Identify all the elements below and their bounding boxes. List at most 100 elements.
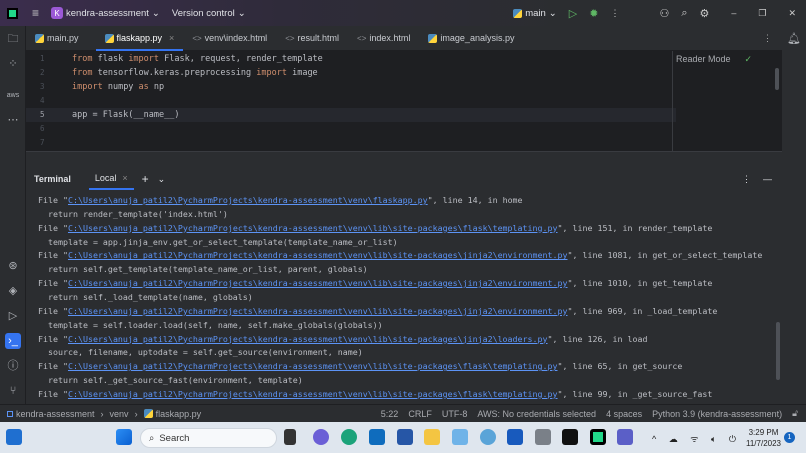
chevron-down-icon[interactable]: ⌄ [158,174,166,185]
pycharm-logo-icon[interactable] [7,7,18,19]
reader-mode-toggle[interactable]: Reader Mode ✓ [676,54,752,65]
store-icon[interactable] [397,429,413,445]
python-interpreter[interactable]: Python 3.9 (kendra-assessment) [652,409,782,419]
pycharm-taskbar-icon[interactable] [590,429,606,445]
problems-icon[interactable]: ⓘ [5,358,21,374]
code-line[interactable]: 3 import numpy as np [26,80,676,94]
teams-icon[interactable] [617,429,633,445]
tab-image-analysis-py[interactable]: image_analysis.py [419,26,523,51]
search-icon[interactable]: ⌕ [681,7,687,20]
file-encoding[interactable]: UTF-8 [442,409,468,419]
structure-icon[interactable]: ⁘ [5,56,21,72]
run-config-selector[interactable]: main ⌄ [513,8,557,19]
tab-result-html[interactable]: <> result.html [276,26,348,51]
caret-position[interactable]: 5:22 [381,409,399,419]
run-icon[interactable]: ▷ [569,7,577,20]
reader-mode-label: Reader Mode [676,54,731,64]
more-icon[interactable]: ⋮ [610,8,619,19]
tab-venv-index-html[interactable]: <> venv\index.html [183,26,276,51]
lock-icon[interactable]: 🔓︎ [792,408,798,419]
file-path-link[interactable]: C:\Users\anuja_patil2\PycharmProjects\ke… [68,278,568,288]
options-icon[interactable]: ⋮ [742,174,751,185]
terminal-output[interactable]: File "C:\Users\anuja_patil2\PycharmProje… [26,190,782,404]
line-number: 3 [40,82,45,91]
code-line[interactable]: 1 from flask import Flask, request, rende… [26,52,676,66]
version-control-menu[interactable]: Version control ⌄ [172,8,246,19]
code-line[interactable]: 4 [26,94,676,108]
project-selector[interactable]: K kendra-assessment ⌄ [51,7,160,19]
restore-icon[interactable]: ❐ [758,8,766,19]
code-line[interactable]: 6 [26,122,676,136]
file-path-link[interactable]: C:\Users\anuja_patil2\PycharmProjects\ke… [68,306,568,316]
teams-chat-icon[interactable] [313,429,329,445]
breadcrumb-project[interactable]: kendra-assessment [16,409,95,419]
clock[interactable]: 3:29 PM 11/7/2023 [746,427,781,449]
editor-scrollbar[interactable] [775,68,779,90]
file-path-link[interactable]: C:\Users\anuja_patil2\PycharmProjects\ke… [68,334,548,344]
main-menu-icon[interactable]: ≡ [32,6,39,20]
aws-status[interactable]: AWS: No credentials selected [477,409,596,419]
edge-icon[interactable] [341,429,357,445]
taskbar-search[interactable]: ⌕ Search [140,428,277,448]
start-icon[interactable] [116,429,132,445]
close-icon[interactable]: ✕ [788,8,796,19]
code-line[interactable]: 5 app = Flask(__name__) [26,108,676,122]
new-tab-icon[interactable]: + [142,172,149,186]
breadcrumb-venv[interactable]: venv [110,409,129,419]
settings-icon[interactable]: ⚙ [699,7,709,20]
tab-index-html[interactable]: <> index.html [348,26,419,51]
notification-badge[interactable]: 1 [784,432,795,443]
aws-icon[interactable]: aws [5,88,21,104]
trace-suffix: ", line 14, in home [427,195,523,205]
minimize-icon[interactable]: – [731,8,736,18]
widgets-icon[interactable] [6,429,22,445]
python-console-icon[interactable]: ⊛ [5,258,21,274]
git-icon[interactable]: ⑂ [5,383,21,399]
more-tools-icon[interactable]: ⋯ [5,112,21,128]
file-path-link[interactable]: C:\Users\anuja_patil2\PycharmProjects\ke… [68,389,558,399]
cmd-icon[interactable] [562,429,578,445]
panel-divider[interactable] [26,151,782,168]
file-explorer-icon[interactable] [424,429,440,445]
tab-local[interactable]: Local × [88,168,134,190]
packages-icon[interactable]: ◈ [5,283,21,299]
code-text: app = Flask(__name__) [72,108,179,122]
tab-main-py[interactable]: main.py [26,26,88,51]
word-icon[interactable] [507,429,523,445]
services-icon[interactable]: ▷ [5,308,21,324]
code-line[interactable]: 2 from tensorflow.keras.preprocessing imp… [26,66,676,80]
outlook-icon[interactable] [369,429,385,445]
right-tool-strip: 🔔︎ [782,26,806,404]
add-user-icon[interactable]: ⚇ [659,7,669,20]
html-file-icon: <> [285,33,295,43]
terminal-scrollbar[interactable] [776,322,780,380]
tab-options-icon[interactable]: ⋮ [763,33,772,44]
close-tab-icon[interactable]: × [122,173,127,183]
debug-icon[interactable]: ✹ [589,7,598,20]
left-tool-strip: 🗀 ⁘ aws ⋯ ⊛ ◈ ▷ ›_ ⓘ ⑂ [0,26,26,404]
code-editor[interactable]: 1 from flask import Flask, request, rende… [26,51,782,151]
code-line[interactable]: 7 [26,136,676,150]
notepad-icon[interactable] [452,429,468,445]
file-path-link[interactable]: C:\Users\anuja_patil2\PycharmProjects\ke… [68,250,568,260]
python-file-icon [143,409,153,418]
terminal-icon[interactable]: ›_ [5,333,21,349]
tab-flaskapp-py[interactable]: flaskapp.py × [95,26,184,51]
tab-label: result.html [297,33,340,43]
terminal-line: source, filename, uptodate = self.get_so… [38,347,363,358]
file-path-link[interactable]: C:\Users\anuja_patil2\PycharmProjects\ke… [68,223,558,233]
file-path-link[interactable]: C:\Users\anuja_patil2\PycharmProjects\ke… [68,361,558,371]
hide-panel-icon[interactable]: — [763,174,772,184]
close-tab-icon[interactable]: × [169,33,174,43]
trace-suffix: ", line 151, in render_template [557,222,713,233]
project-folder-icon[interactable]: 🗀 [5,31,21,47]
system-tray-icons[interactable]: ^ ☁ ᯤ 🔈︎ ⏻ [652,432,741,445]
browser-icon[interactable] [480,429,496,445]
file-path-link[interactable]: C:\Users\anuja_patil2\PycharmProjects\ke… [68,195,428,205]
indent-setting[interactable]: 4 spaces [606,409,642,419]
notifications-bell-icon[interactable]: 🔔︎ [786,31,802,47]
task-view-icon[interactable] [284,429,296,445]
calculator-icon[interactable] [535,429,551,445]
breadcrumb-file[interactable]: flaskapp.py [156,409,202,419]
line-separator[interactable]: CRLF [408,409,432,419]
